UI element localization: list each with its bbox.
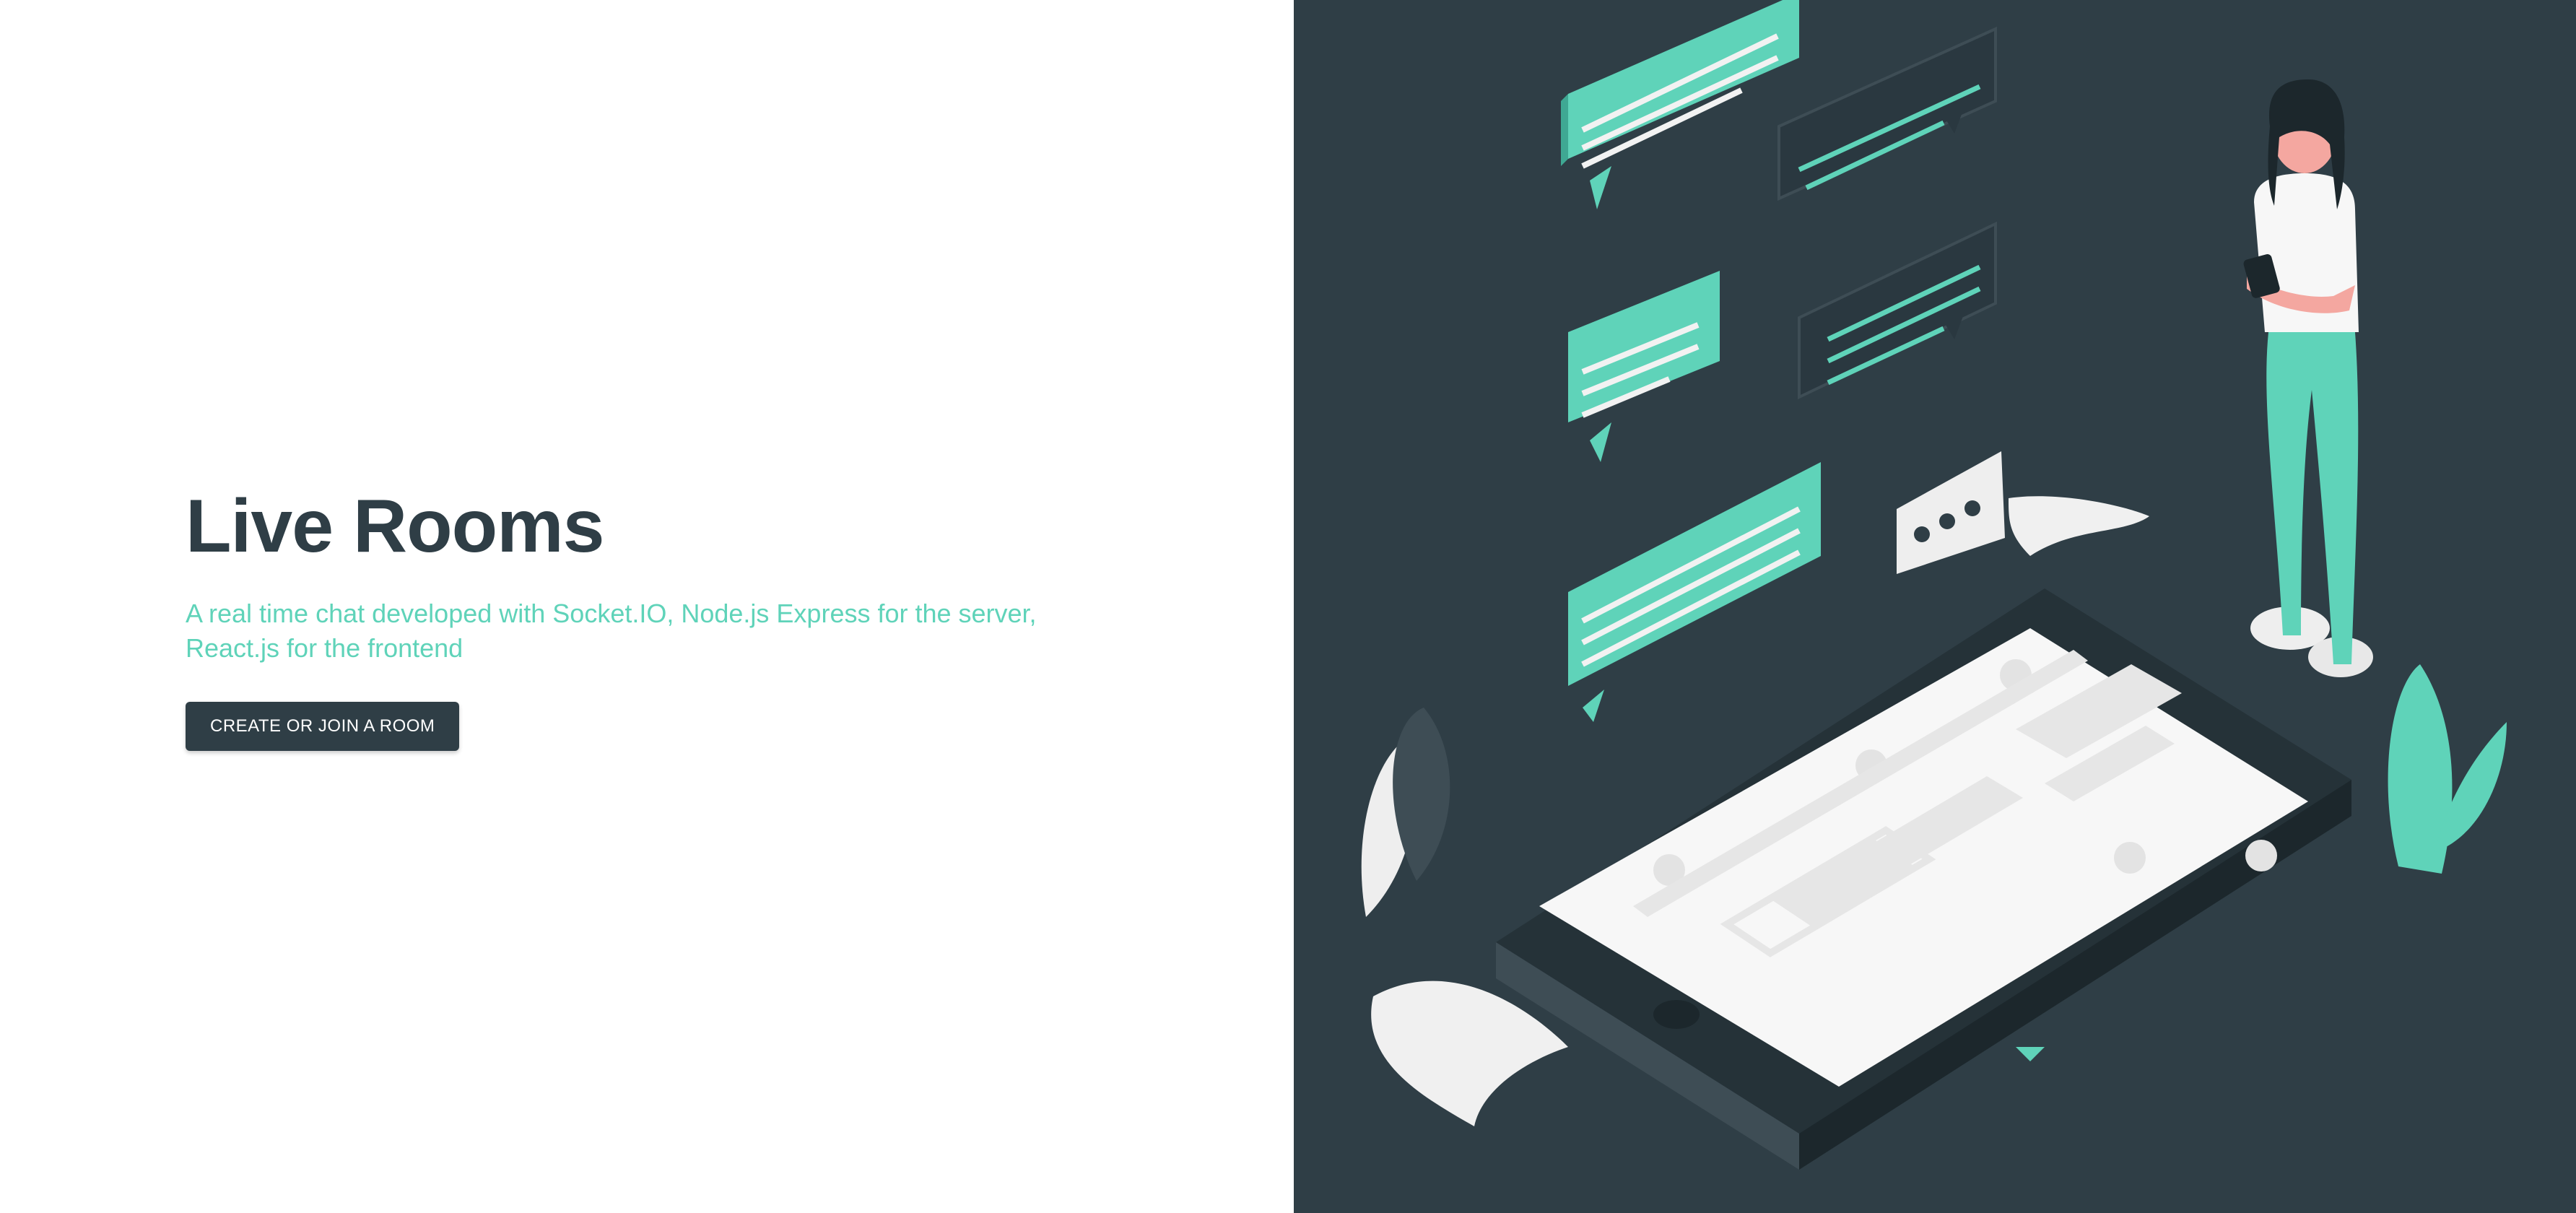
create-or-join-room-button[interactable]: CREATE OR JOIN A ROOM: [186, 702, 460, 752]
phone-icon: [1496, 588, 2351, 1170]
plant-icon: [2388, 664, 2507, 874]
chat-bubble-icon: [1798, 221, 1997, 400]
chat-bubble-icon: [1568, 462, 1821, 722]
hero-section: Live Rooms A real time chat developed wi…: [186, 484, 1124, 752]
typing-bubble-icon: [1897, 451, 2149, 574]
chat-bubble-icon: [1568, 271, 1720, 462]
page-title: Live Rooms: [186, 484, 604, 568]
left-panel: Live Rooms A real time chat developed wi…: [0, 0, 1294, 1213]
chat-bubble-icon: [1777, 26, 1997, 201]
person-icon: [2243, 79, 2373, 677]
chat-illustration: [1361, 0, 2507, 1170]
chat-bubble-icon: [1561, 0, 1799, 209]
illustration-panel: [1294, 0, 2576, 1213]
hero-description: A real time chat developed with Socket.I…: [186, 599, 1037, 664]
